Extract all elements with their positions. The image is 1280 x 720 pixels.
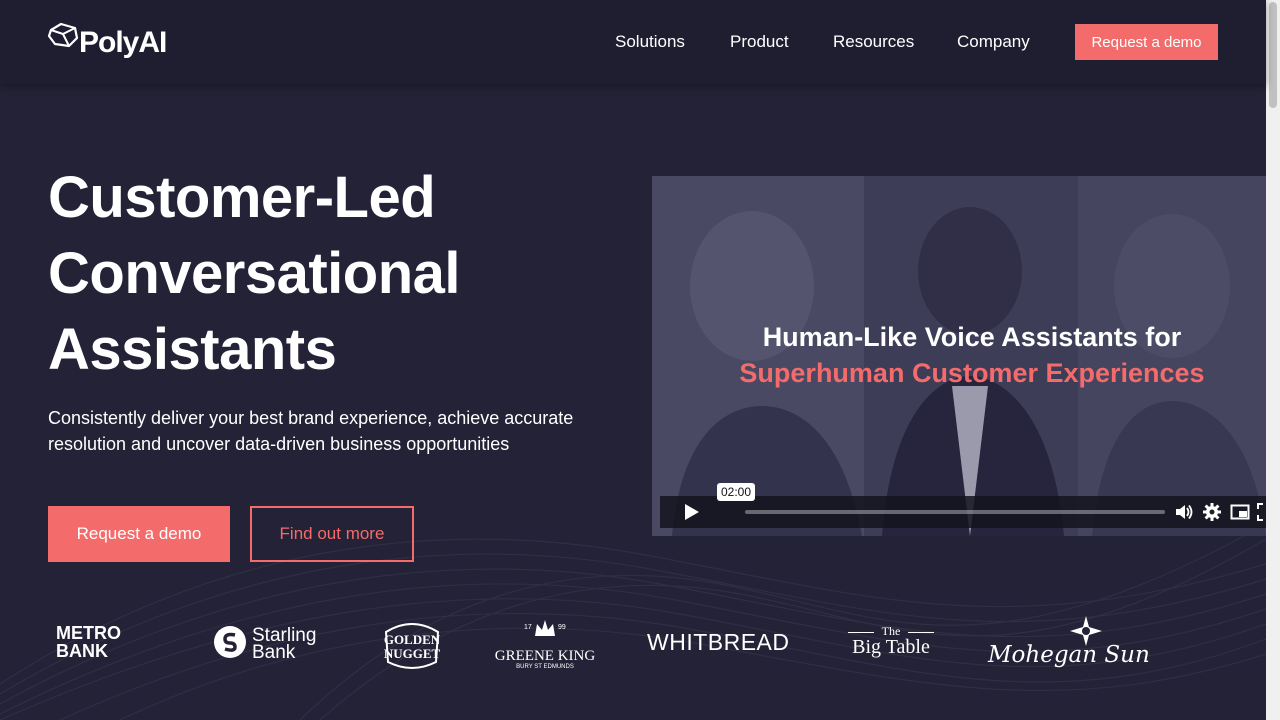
- picture-in-picture-icon[interactable]: [1230, 502, 1250, 522]
- play-button[interactable]: [668, 496, 716, 528]
- nav-product[interactable]: Product: [730, 32, 789, 52]
- golden-nugget-logo: GOLDEN NUGGET: [380, 618, 444, 670]
- play-icon: [685, 504, 699, 520]
- volume-icon[interactable]: [1174, 502, 1194, 522]
- site-header: PolyAI Solutions Product Resources Compa…: [0, 0, 1266, 84]
- big-table-logo: The Big Table: [848, 622, 936, 662]
- mohegan-sun-logo: Mohegan Sun: [988, 616, 1150, 674]
- hero-title-line: Customer-Led: [48, 165, 436, 230]
- video-title-line2: Superhuman Customer Experiences: [739, 358, 1205, 388]
- nav-solutions[interactable]: Solutions: [615, 32, 685, 52]
- scrollbar-thumb[interactable]: [1269, 2, 1277, 108]
- header-request-demo-button[interactable]: Request a demo: [1075, 24, 1218, 60]
- whitbread-logo: WHITBREAD: [647, 629, 790, 655]
- video-progress-bar[interactable]: [745, 510, 1165, 514]
- hero-title-line: Conversational: [48, 241, 461, 306]
- page-scrollbar[interactable]: [1266, 0, 1280, 720]
- nav-resources[interactable]: Resources: [833, 32, 914, 52]
- find-out-more-button[interactable]: Find out more: [250, 506, 414, 562]
- video-time: 02:00: [717, 483, 756, 501]
- hero-title: Customer-Led Conversational Assistants: [48, 160, 461, 388]
- hero-subtitle: Consistently deliver your best brand exp…: [48, 408, 574, 454]
- starling-s-icon: [214, 626, 246, 658]
- video-title: Human-Like Voice Assistants for Superhum…: [652, 319, 1266, 391]
- greene-king-crown-icon: [535, 620, 555, 636]
- hero-title-line: Assistants: [48, 317, 337, 382]
- logo-text: PolyAI: [79, 26, 167, 59]
- metro-bank-logo: METRO BANK: [56, 623, 121, 661]
- settings-gear-icon[interactable]: [1202, 502, 1222, 522]
- greene-king-logo: 17 99 GREENE KING BURY ST EDMUNDS: [492, 616, 598, 672]
- polyai-logo[interactable]: PolyAI: [47, 22, 167, 60]
- divider: [908, 632, 934, 633]
- request-demo-button[interactable]: Request a demo: [48, 506, 230, 562]
- polyai-logo-icon: [47, 22, 79, 48]
- nav-company[interactable]: Company: [957, 32, 1030, 52]
- video-title-line1: Human-Like Voice Assistants for: [762, 322, 1182, 352]
- client-logos: METRO BANK Starling Bank GOLDEN NUGGET 1…: [0, 610, 1266, 680]
- video-player[interactable]: Human-Like Voice Assistants for Superhum…: [652, 176, 1266, 536]
- fullscreen-icon[interactable]: [1256, 502, 1266, 522]
